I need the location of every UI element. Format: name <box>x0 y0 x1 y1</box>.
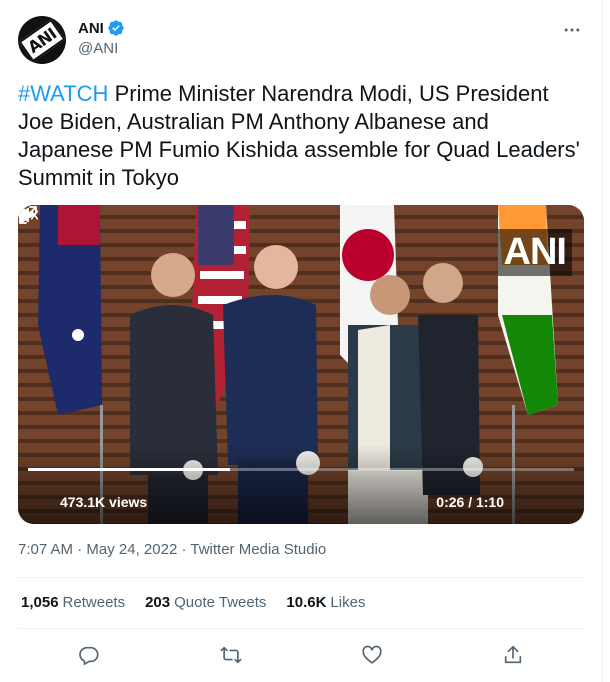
retweets-stat[interactable]: 1,056 Retweets <box>21 594 125 611</box>
divider <box>18 577 584 578</box>
author-name-row[interactable]: ANI <box>78 19 125 37</box>
video-progress-fill <box>28 468 231 471</box>
video-player[interactable]: ANI 473.1K views 0:26 / 1:10 <box>18 205 584 524</box>
share-icon <box>504 645 522 664</box>
quote-tweets-stat[interactable]: 203 Quote Tweets <box>145 594 266 611</box>
tweet-stats: 1,056 Retweets 203 Quote Tweets 10.6K Likes <box>21 594 385 611</box>
likes-count: 10.6K <box>286 594 327 611</box>
tweet-meta: 7:07 AM · May 24, 2022 · Twitter Media S… <box>18 541 326 558</box>
meta-separator: · <box>181 541 187 558</box>
ani-watermark: ANI <box>497 229 572 276</box>
likes-label: Likes <box>330 594 366 611</box>
divider <box>18 628 584 629</box>
quotes-count: 203 <box>145 594 171 611</box>
likes-stat[interactable]: 10.6K Likes <box>286 594 365 611</box>
tweet-source: Twitter Media Studio <box>190 541 327 558</box>
video-progress-bar[interactable] <box>28 468 574 471</box>
tweet-text: #WATCH Prime Minister Narendra Modi, US … <box>18 80 588 192</box>
hashtag-link[interactable]: #WATCH <box>18 81 108 106</box>
ani-logo: ANI <box>18 18 66 62</box>
tweet-card: ANI ANI @ANI #WATCH Prime Minister Naren… <box>0 0 603 682</box>
share-button[interactable] <box>498 640 528 670</box>
heart-icon <box>362 645 382 664</box>
retweets-count: 1,056 <box>21 594 59 611</box>
retweet-icon <box>220 646 242 664</box>
like-button[interactable] <box>357 640 387 670</box>
quotes-label: Quote Tweets <box>174 594 267 611</box>
video-time: 0:26 / 1:10 <box>436 494 504 510</box>
tweet-date[interactable]: May 24, 2022 <box>86 541 177 558</box>
author-display-name[interactable]: ANI <box>78 20 104 37</box>
fullscreen-icon[interactable] <box>18 205 38 225</box>
tweet-actions <box>0 640 602 670</box>
retweets-label: Retweets <box>62 594 126 611</box>
author-handle[interactable]: @ANI <box>78 40 118 57</box>
verified-badge-icon <box>108 20 124 36</box>
more-icon[interactable] <box>560 18 584 42</box>
retweet-button[interactable] <box>216 640 246 670</box>
reply-icon <box>79 646 99 665</box>
view-count: 473.1K views <box>60 494 148 510</box>
meta-separator: · <box>77 541 83 558</box>
tweet-time[interactable]: 7:07 AM <box>18 541 73 558</box>
reply-button[interactable] <box>74 640 104 670</box>
avatar[interactable]: ANI <box>18 16 66 64</box>
